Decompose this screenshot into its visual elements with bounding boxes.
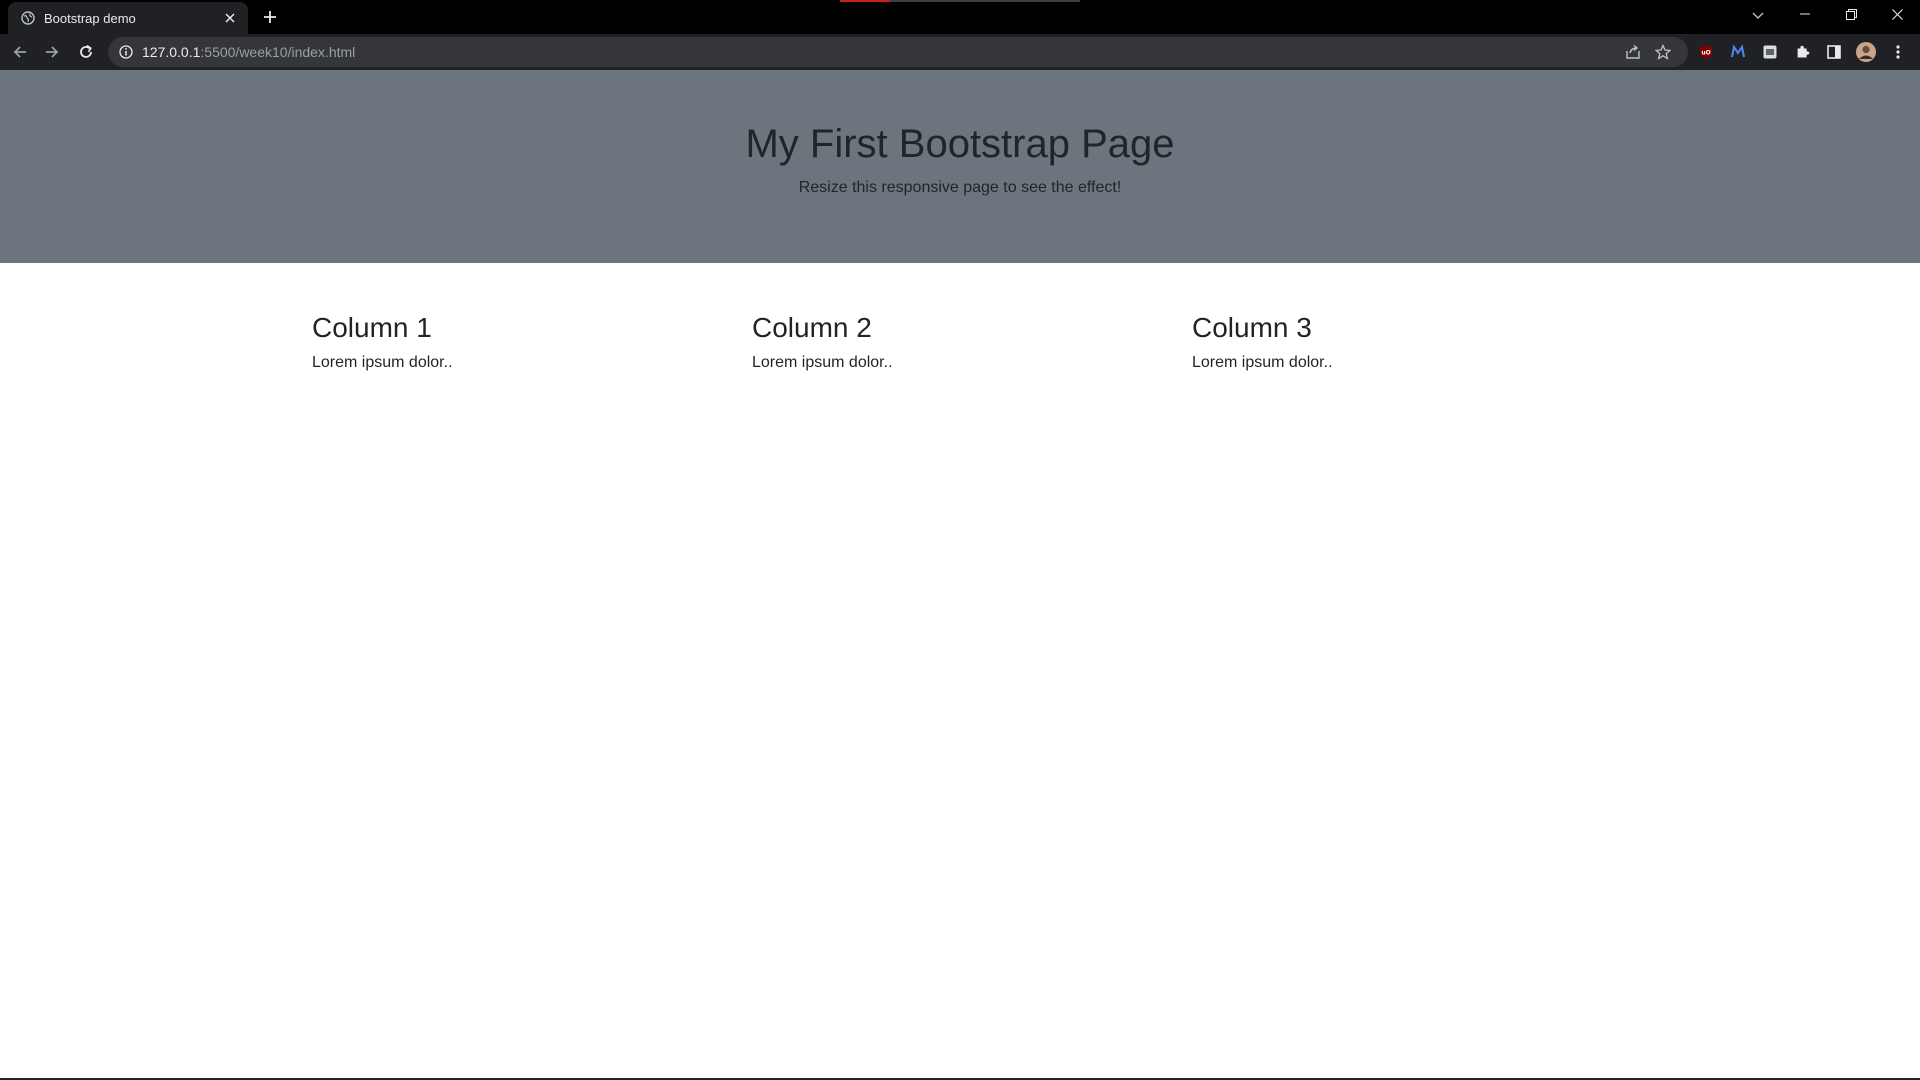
address-bar[interactable]: 127.0.0.1:5500/week10/index.html (108, 37, 1688, 67)
tab-title: Bootstrap demo (44, 10, 136, 26)
column-2: Column 2 Lorem ipsum dolor.. (740, 311, 1180, 375)
column-heading: Column 1 (312, 312, 432, 343)
ublock-icon[interactable]: uO (1690, 38, 1722, 66)
column-text: Lorem ipsum dolor.. (312, 354, 453, 371)
tab-strip: Bootstrap demo (0, 0, 1920, 34)
window-controls (1782, 0, 1920, 28)
browser-toolbar: 127.0.0.1:5500/week10/index.html uO (0, 34, 1920, 70)
column-text: Lorem ipsum dolor.. (752, 354, 893, 371)
close-window-button[interactable] (1874, 0, 1920, 28)
page-title: My First Bootstrap Page (745, 122, 1175, 166)
address-bar-actions (1618, 37, 1678, 67)
back-button[interactable] (6, 38, 34, 66)
forward-button[interactable] (38, 38, 66, 66)
globe-icon (20, 10, 36, 26)
screenshot-extension-icon[interactable] (1754, 38, 1786, 66)
puzzle-icon[interactable] (1786, 38, 1818, 66)
column-text: Lorem ipsum dolor.. (1192, 354, 1333, 371)
browser-tab-active[interactable]: Bootstrap demo (8, 2, 248, 34)
column-1: Column 1 Lorem ipsum dolor.. (300, 311, 740, 375)
more-menu-icon[interactable] (1882, 38, 1914, 66)
avatar[interactable] (1850, 38, 1882, 66)
page-subtitle: Resize this responsive page to see the e… (798, 179, 1122, 196)
url-host: 127.0.0.1 (142, 44, 201, 60)
restore-button[interactable] (1828, 0, 1874, 28)
columns-row: Column 1 Lorem ipsum dolor.. Column 2 Lo… (300, 263, 1620, 375)
extensions-area: uO (1690, 38, 1914, 66)
loading-indicator (840, 0, 890, 2)
new-tab-button[interactable] (258, 5, 282, 29)
loading-indicator-track (890, 0, 1080, 2)
bookmark-star-icon[interactable] (1648, 37, 1678, 67)
column-heading: Column 3 (1192, 312, 1312, 343)
page-viewport: My First Bootstrap Page Resize this resp… (0, 70, 1920, 1080)
close-tab-icon[interactable] (220, 8, 240, 28)
site-info-icon[interactable] (118, 44, 134, 60)
jumbotron: My First Bootstrap Page Resize this resp… (0, 70, 1920, 263)
tab-search-chevron-icon[interactable] (1746, 4, 1770, 28)
reload-button[interactable] (72, 38, 100, 66)
sidepanel-icon[interactable] (1818, 38, 1850, 66)
minimize-button[interactable] (1782, 0, 1828, 28)
svg-text:uO: uO (1701, 50, 1710, 57)
url-path: :5500/week10/index.html (200, 44, 356, 60)
share-icon[interactable] (1618, 37, 1648, 67)
column-3: Column 3 Lorem ipsum dolor.. (1180, 311, 1620, 375)
column-heading: Column 2 (752, 312, 872, 343)
m-extension-icon[interactable] (1722, 38, 1754, 66)
